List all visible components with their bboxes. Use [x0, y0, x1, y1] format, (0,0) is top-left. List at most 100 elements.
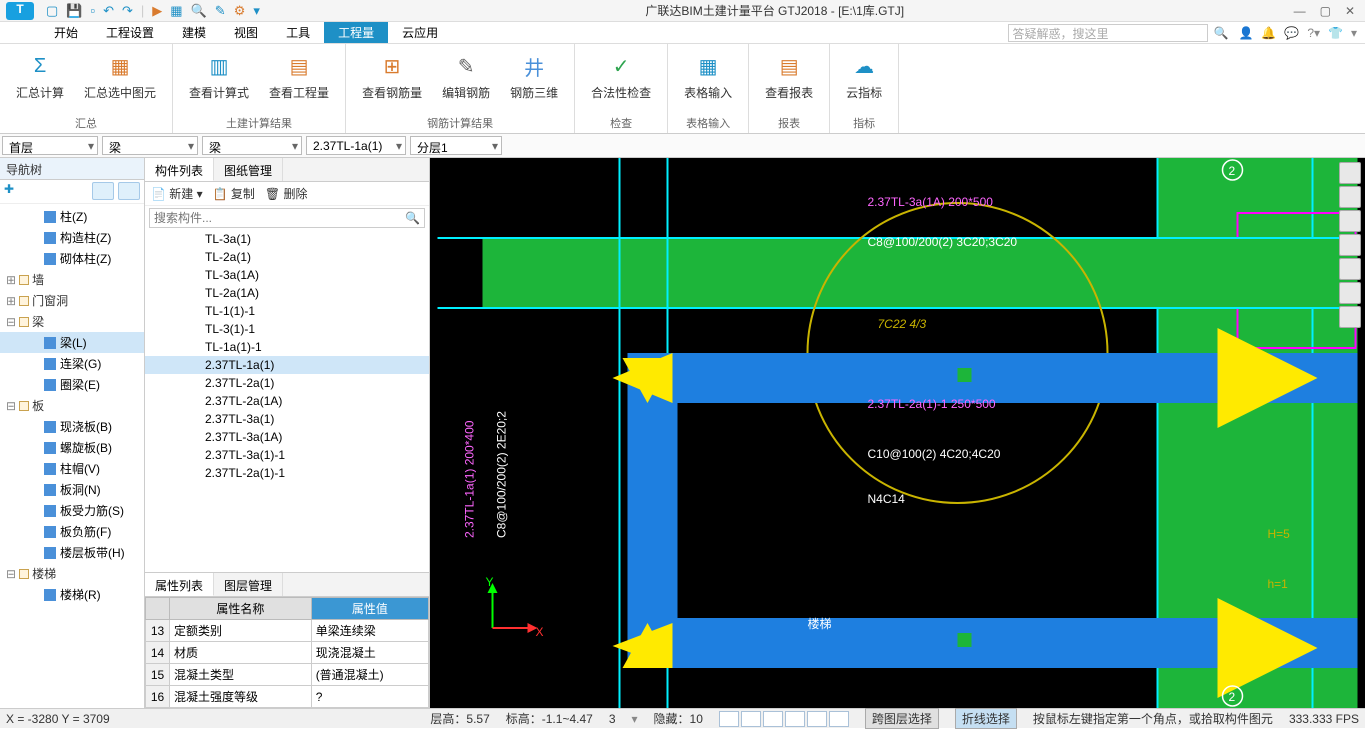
qat-run-icon[interactable]: ▶	[152, 3, 162, 19]
tree-item-梁(L)[interactable]: 梁(L)	[0, 332, 144, 353]
menu-tools[interactable]: 工具	[272, 22, 324, 43]
nav-add-icon[interactable]: ✚	[4, 182, 14, 201]
ribbon-钢筋三维[interactable]: 井钢筋三维	[500, 48, 568, 113]
tree-item-板受力筋(S)[interactable]: 板受力筋(S)	[0, 500, 144, 521]
delete-button[interactable]: 🗑 删除	[265, 185, 308, 202]
comp-item[interactable]: 2.37TL-2a(1A)	[145, 392, 429, 410]
nav-view-grid-icon[interactable]	[118, 182, 140, 200]
ribbon-编辑钢筋[interactable]: ✎编辑钢筋	[432, 48, 500, 113]
type-select[interactable]: 梁	[202, 136, 302, 155]
tree-item-连梁(G)[interactable]: 连梁(G)	[0, 353, 144, 374]
comp-item[interactable]: TL-2a(1)	[145, 248, 429, 266]
qat-redo-icon[interactable]: ↷	[122, 3, 133, 19]
table-row[interactable]: 13定额类别单梁连续梁	[146, 620, 429, 642]
cube-top-icon[interactable]	[1339, 210, 1361, 232]
search-input[interactable]: 答疑解惑，搜这里	[1008, 24, 1208, 42]
comp-item[interactable]: TL-3a(1)	[145, 230, 429, 248]
comp-search[interactable]: 🔍	[149, 208, 425, 228]
tree-item-螺旋板(B)[interactable]: 螺旋板(B)	[0, 437, 144, 458]
comp-item[interactable]: 2.37TL-1a(1)	[145, 356, 429, 374]
copy-button[interactable]: 📋 复制	[213, 185, 255, 202]
tab-component-list[interactable]: 构件列表	[145, 158, 214, 181]
search-icon[interactable]: 🔍	[405, 211, 420, 225]
tree-item-柱(Z)[interactable]: 柱(Z)	[0, 206, 144, 227]
new-button[interactable]: 📄 新建 ▾	[151, 185, 203, 202]
tree-item-现浇板(B)[interactable]: 现浇板(B)	[0, 416, 144, 437]
tree-item-柱帽(V)[interactable]: 柱帽(V)	[0, 458, 144, 479]
comp-item[interactable]: 2.37TL-2a(1)-1	[145, 464, 429, 482]
help-icon[interactable]: ?▾	[1307, 26, 1320, 40]
menu-view[interactable]: 视图	[220, 22, 272, 43]
grid-icon[interactable]	[1339, 306, 1361, 328]
sb-icon-1[interactable]	[719, 711, 739, 727]
comp-item[interactable]: TL-3(1)-1	[145, 320, 429, 338]
3d-icon[interactable]	[1339, 186, 1361, 208]
qat-new-icon[interactable]: ▫	[90, 3, 95, 19]
qat-more-icon[interactable]: ▾	[253, 3, 260, 19]
nav-view-list-icon[interactable]	[92, 182, 114, 200]
comp-item[interactable]: 2.37TL-2a(1)	[145, 374, 429, 392]
bell-icon[interactable]: 🔔	[1261, 26, 1276, 40]
ribbon-合法性检查[interactable]: ✓合法性检查	[581, 48, 661, 113]
menu-cloud[interactable]: 云应用	[388, 22, 452, 43]
tree-cat-墙[interactable]: ⊞ 墙	[0, 269, 144, 290]
comp-item[interactable]: 2.37TL-3a(1)-1	[145, 446, 429, 464]
maximize-icon[interactable]: ▢	[1320, 4, 1331, 18]
orbit-icon[interactable]	[1339, 162, 1361, 184]
status-count-dropdown-icon[interactable]: ▾	[632, 712, 638, 726]
cross-layer-select-button[interactable]: 跨图层选择	[865, 708, 939, 729]
comp-item[interactable]: TL-1a(1)-1	[145, 338, 429, 356]
tree-item-板洞(N)[interactable]: 板洞(N)	[0, 479, 144, 500]
qat-grid-icon[interactable]: ▦	[170, 3, 182, 19]
tree-cat-门窗洞[interactable]: ⊞ 门窗洞	[0, 290, 144, 311]
minimize-icon[interactable]: —	[1294, 4, 1306, 18]
category-select[interactable]: 梁	[102, 136, 198, 155]
table-row[interactable]: 16混凝土强度等级?	[146, 686, 429, 708]
menu-quantity[interactable]: 工程量	[324, 22, 388, 43]
drawing-canvas[interactable]: Y X 2.37TL-1a(1) 200*400 C8@100/200(2) 2…	[430, 158, 1365, 708]
tree-item-构造柱(Z)[interactable]: 构造柱(Z)	[0, 227, 144, 248]
ribbon-汇总选中图元[interactable]: ▦汇总选中图元	[74, 48, 166, 113]
menu-modeling[interactable]: 建模	[168, 22, 220, 43]
comp-item[interactable]: TL-2a(1A)	[145, 284, 429, 302]
comp-item[interactable]: 2.37TL-3a(1A)	[145, 428, 429, 446]
cube-side-icon[interactable]	[1339, 258, 1361, 280]
qat-save-icon[interactable]: 💾	[66, 3, 82, 19]
comp-search-input[interactable]	[154, 211, 405, 225]
ribbon-汇总计算[interactable]: Σ汇总计算	[6, 48, 74, 113]
tab-properties[interactable]: 属性列表	[145, 573, 214, 596]
search-icon[interactable]: 🔍	[1214, 26, 1229, 40]
sb-icon-2[interactable]	[741, 711, 761, 727]
component-select[interactable]: 2.37TL-1a(1)	[306, 136, 406, 155]
tree-cat-板[interactable]: ⊟ 板	[0, 395, 144, 416]
ribbon-查看钢筋量[interactable]: ⊞查看钢筋量	[352, 48, 432, 113]
sb-icon-3[interactable]	[763, 711, 783, 727]
tree-item-楼层板带(H)[interactable]: 楼层板带(H)	[0, 542, 144, 563]
qat-open-icon[interactable]: ▢	[46, 3, 58, 19]
tab-drawing-mgmt[interactable]: 图纸管理	[214, 158, 283, 181]
ribbon-查看计算式[interactable]: ▥查看计算式	[179, 48, 259, 113]
qat-tools-icon[interactable]: ⚙	[234, 3, 246, 19]
tab-layers[interactable]: 图层管理	[214, 573, 283, 596]
comp-item[interactable]: TL-3a(1A)	[145, 266, 429, 284]
more-icon[interactable]: ▾	[1351, 26, 1357, 40]
tree-item-砌体柱(Z)[interactable]: 砌体柱(Z)	[0, 248, 144, 269]
ribbon-云指标[interactable]: ☁云指标	[836, 48, 892, 113]
sb-icon-6[interactable]	[829, 711, 849, 727]
sb-icon-5[interactable]	[807, 711, 827, 727]
sb-icon-4[interactable]	[785, 711, 805, 727]
tree-cat-楼梯[interactable]: ⊟ 楼梯	[0, 563, 144, 584]
comp-item[interactable]: TL-1(1)-1	[145, 302, 429, 320]
tree-item-楼梯(R)[interactable]: 楼梯(R)	[0, 584, 144, 605]
floor-select[interactable]: 首层	[2, 136, 98, 155]
ribbon-表格输入[interactable]: ▦表格输入	[674, 48, 742, 113]
tree-item-圈梁(E)[interactable]: 圈梁(E)	[0, 374, 144, 395]
skin-icon[interactable]: 👕	[1328, 26, 1343, 40]
menu-project-settings[interactable]: 工程设置	[92, 22, 168, 43]
ribbon-查看工程量[interactable]: ▤查看工程量	[259, 48, 339, 113]
table-row[interactable]: 14材质现浇混凝土	[146, 642, 429, 664]
cube-front-icon[interactable]	[1339, 234, 1361, 256]
polyline-select-button[interactable]: 折线选择	[955, 708, 1017, 729]
table-row[interactable]: 15混凝土类型(普通混凝土)	[146, 664, 429, 686]
close-icon[interactable]: ✕	[1345, 4, 1355, 18]
